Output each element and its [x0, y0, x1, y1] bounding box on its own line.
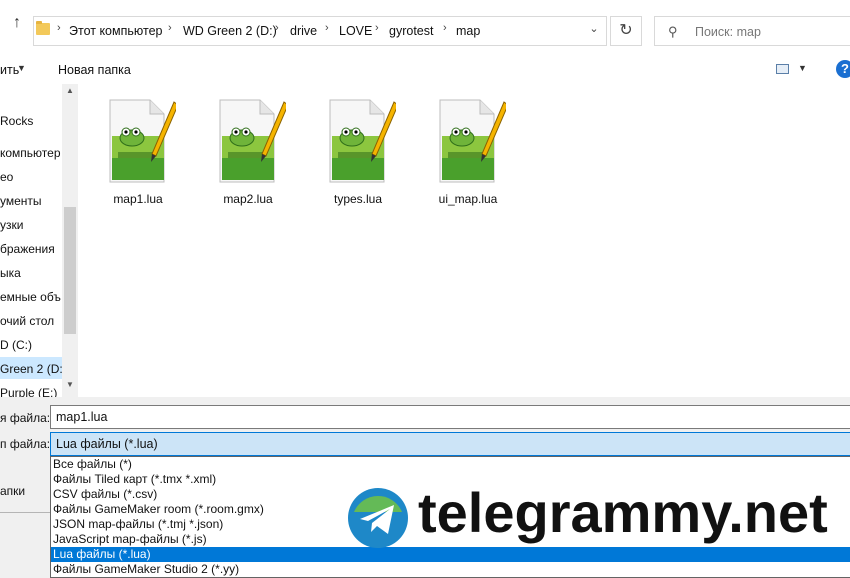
- nav-item-drive-d[interactable]: Green 2 (D:): [0, 362, 67, 376]
- nav-item-this-pc[interactable]: компьютер: [0, 146, 61, 160]
- nav-item-rocks[interactable]: Rocks: [0, 114, 33, 128]
- scroll-up-icon[interactable]: ▲: [62, 86, 78, 100]
- view-options-icon[interactable]: [776, 64, 789, 74]
- chevron-down-icon[interactable]: ⌄: [585, 22, 603, 40]
- breadcrumb-map[interactable]: map: [456, 24, 480, 38]
- breadcrumb-drive[interactable]: drive: [290, 24, 317, 38]
- breadcrumb-drive-d[interactable]: WD Green 2 (D:): [183, 24, 277, 38]
- notepadpp-file-icon: [439, 99, 506, 183]
- nav-item-drive-e[interactable]: Purple (E:): [0, 386, 57, 397]
- nav-item-downloads[interactable]: узки: [0, 218, 23, 232]
- hide-folders-button[interactable]: апки: [0, 484, 25, 498]
- dialog-divider: [0, 512, 50, 513]
- telegram-logo-icon: [348, 488, 408, 548]
- up-arrow-icon[interactable]: ↑: [8, 14, 26, 32]
- search-placeholder: Поиск: map: [695, 25, 761, 39]
- filetype-select[interactable]: [50, 432, 850, 456]
- nav-item-3d-objects[interactable]: емные объ: [0, 290, 61, 304]
- caret-down-icon[interactable]: ▼: [798, 63, 807, 73]
- notepadpp-file-icon: [329, 99, 396, 183]
- nav-item-desktop[interactable]: очий стол: [0, 314, 54, 328]
- file-item[interactable]: ui_map.lua: [420, 96, 516, 216]
- notepadpp-file-icon: [219, 99, 286, 183]
- file-name: map1.lua: [113, 192, 163, 206]
- filetype-option[interactable]: Файлы GameMaker Studio 2 (*.yy): [51, 562, 850, 577]
- chevron-right-icon[interactable]: ›: [325, 22, 329, 34]
- refresh-button[interactable]: ↻: [610, 16, 642, 46]
- breadcrumb-gyrotest[interactable]: gyrotest: [389, 24, 433, 38]
- search-icon: ⚲: [668, 24, 678, 39]
- folder-icon: [36, 21, 50, 35]
- chevron-right-icon[interactable]: ›: [57, 22, 61, 34]
- nav-item-documents[interactable]: ументы: [0, 194, 42, 208]
- file-item[interactable]: map1.lua: [90, 96, 186, 216]
- filetype-value[interactable]: Lua файлы (*.lua): [56, 437, 158, 451]
- nav-item-music[interactable]: ыка: [0, 266, 21, 280]
- caret-down-icon[interactable]: ▼: [17, 63, 26, 73]
- notepadpp-file-icon: [109, 99, 176, 183]
- nav-item-drive-c[interactable]: D (C:): [0, 338, 32, 352]
- window-title-strip: [0, 0, 850, 10]
- filetype-option-selected[interactable]: Lua файлы (*.lua): [51, 547, 850, 562]
- filetype-label: п файла:: [0, 437, 51, 451]
- file-name: types.lua: [333, 192, 383, 206]
- help-icon[interactable]: ?: [836, 60, 850, 78]
- breadcrumb-love[interactable]: LOVE: [339, 24, 372, 38]
- nav-scrollbar-thumb[interactable]: [64, 207, 76, 334]
- chevron-right-icon[interactable]: ›: [443, 22, 447, 34]
- scroll-down-icon[interactable]: ▼: [62, 380, 78, 394]
- chevron-right-icon[interactable]: ›: [375, 22, 379, 34]
- chevron-right-icon[interactable]: ›: [275, 22, 279, 34]
- filename-value[interactable]: map1.lua: [56, 410, 107, 424]
- refresh-icon: ↻: [619, 22, 633, 39]
- file-item[interactable]: map2.lua: [200, 96, 296, 216]
- nav-item-video[interactable]: ео: [0, 170, 13, 184]
- watermark-text: telegrammy.net: [418, 481, 828, 544]
- breadcrumb-this-pc[interactable]: Этот компьютер: [69, 24, 162, 38]
- nav-item-pictures[interactable]: бражения: [0, 242, 55, 256]
- new-folder-button[interactable]: Новая папка: [58, 63, 131, 77]
- filename-label: я файла:: [0, 411, 51, 425]
- file-name: map2.lua: [223, 192, 273, 206]
- file-item[interactable]: types.lua: [310, 96, 406, 216]
- filetype-option[interactable]: Все файлы (*): [51, 457, 850, 472]
- filename-input[interactable]: [50, 405, 850, 429]
- chevron-right-icon[interactable]: ›: [168, 22, 172, 34]
- file-name: ui_map.lua: [438, 192, 498, 206]
